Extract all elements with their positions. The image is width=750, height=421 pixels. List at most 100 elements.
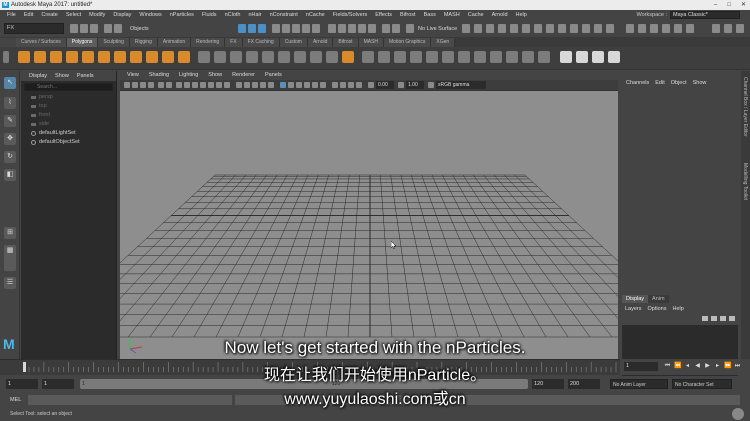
menu-bifrost[interactable]: Bifrost — [396, 10, 420, 20]
menu-ncache[interactable]: nCache — [302, 10, 329, 20]
shelf-tab-custom[interactable]: Custom — [279, 38, 308, 47]
ipr-render-icon[interactable] — [474, 24, 482, 33]
viewport-menu-panels[interactable]: Panels — [260, 71, 287, 80]
save-scene-icon[interactable] — [90, 24, 98, 33]
render-settings-icon[interactable] — [486, 24, 494, 33]
select-by-object-icon[interactable] — [248, 24, 256, 33]
shelf-tab-motion-graphics[interactable]: Motion Graphics — [384, 38, 432, 47]
camera-map-icon[interactable] — [560, 51, 572, 63]
light-editor-icon[interactable] — [534, 24, 542, 33]
menu-file[interactable]: File — [3, 10, 20, 20]
open-scene-icon[interactable] — [80, 24, 88, 33]
wireframe-icon[interactable] — [236, 82, 242, 88]
shelf-menu-icon[interactable] — [3, 51, 9, 63]
selection-mask-icon[interactable] — [292, 24, 300, 33]
toggle-panel-icon[interactable] — [594, 24, 602, 33]
quadrangulate-icon[interactable] — [506, 51, 518, 63]
textured-icon[interactable] — [268, 82, 274, 88]
2d-pan-zoom-icon[interactable] — [158, 82, 164, 88]
quick-layout-icon[interactable]: ▦ — [4, 245, 16, 271]
menu-arnold[interactable]: Arnold — [488, 10, 512, 20]
outliner-menu-show[interactable]: Show — [51, 71, 73, 81]
toggle-panel-icon[interactable] — [712, 24, 720, 33]
viewport-menu-renderer[interactable]: Renderer — [227, 71, 260, 80]
extrude-icon[interactable] — [278, 51, 290, 63]
shelf-tab-xgen[interactable]: XGen — [431, 38, 456, 47]
selection-mask-icon[interactable] — [282, 24, 290, 33]
quad-draw-icon[interactable] — [362, 51, 374, 63]
menu-help[interactable]: Help — [512, 10, 531, 20]
perspective-viewport[interactable] — [120, 91, 618, 359]
snap-to-curve-icon[interactable] — [338, 24, 346, 33]
new-layer-icon[interactable] — [720, 316, 726, 321]
menu-fluids[interactable]: Fluids — [198, 10, 221, 20]
snap-to-point-icon[interactable] — [348, 24, 356, 33]
menu-effects[interactable]: Effects — [371, 10, 396, 20]
smooth-icon[interactable] — [230, 51, 242, 63]
bevel-icon[interactable] — [310, 51, 322, 63]
color-management-icon[interactable] — [428, 82, 434, 88]
menu-nparticles[interactable]: nParticles — [166, 10, 198, 20]
superellipse-icon[interactable] — [146, 51, 158, 63]
poly-cone-icon[interactable] — [66, 51, 78, 63]
toggle-panel-icon[interactable] — [650, 24, 658, 33]
image-plane-icon[interactable] — [148, 82, 154, 88]
toggle-panel-icon[interactable] — [638, 24, 646, 33]
shelf-tab-arnold[interactable]: Arnold — [307, 38, 334, 47]
hypershade-icon[interactable] — [498, 24, 506, 33]
type-tool-icon[interactable] — [178, 51, 190, 63]
menu-fields-solvers[interactable]: Fields/Solvers — [329, 10, 372, 20]
motion-blur-icon[interactable] — [304, 82, 310, 88]
platonic-solid-icon[interactable] — [130, 51, 142, 63]
resolution-gate-icon[interactable] — [192, 82, 198, 88]
cylindrical-map-icon[interactable] — [592, 51, 604, 63]
view-transform-dropdown[interactable]: sRGB gamma — [436, 81, 486, 89]
viewport-menu-lighting[interactable]: Lighting — [174, 71, 203, 80]
shelf-tab-fx[interactable]: FX — [225, 38, 243, 47]
mirror-icon[interactable] — [262, 51, 274, 63]
shelf-tab-polygons[interactable]: Polygons — [66, 38, 99, 47]
merge-icon[interactable] — [442, 51, 454, 63]
toggle-panel-icon[interactable] — [626, 24, 634, 33]
use-all-lights-icon[interactable] — [280, 82, 286, 88]
film-gate-icon[interactable] — [184, 82, 190, 88]
shelf-tab-fx-caching[interactable]: FX Caching — [242, 38, 280, 47]
lasso-tool-icon[interactable]: ⌇ — [4, 97, 16, 109]
toggle-panel-icon[interactable] — [662, 24, 670, 33]
outliner-item[interactable]: persp — [21, 93, 116, 102]
layer-up-icon[interactable] — [702, 316, 708, 321]
toggle-panel-icon[interactable] — [686, 24, 694, 33]
isolate-select-icon[interactable] — [332, 82, 338, 88]
selection-mask-icon[interactable] — [312, 24, 320, 33]
toggle-panel-icon[interactable] — [736, 24, 744, 33]
uv-editor-icon[interactable] — [522, 51, 534, 63]
xray-joints-icon[interactable] — [348, 82, 354, 88]
multisample-aa-icon[interactable] — [312, 82, 318, 88]
offset-edge-loop-icon[interactable] — [394, 51, 406, 63]
automatic-map-icon[interactable] — [576, 51, 588, 63]
toggle-panel-icon[interactable] — [674, 24, 682, 33]
menu-display[interactable]: Display — [109, 10, 135, 20]
viewport-menu-view[interactable]: View — [122, 71, 144, 80]
menu-modify[interactable]: Modify — [85, 10, 109, 20]
gamma-field[interactable]: 1.00 — [406, 81, 424, 89]
make-live-icon[interactable] — [368, 24, 376, 33]
menu-nhair[interactable]: nHair — [244, 10, 265, 20]
shelf-tab-mash[interactable]: MASH — [358, 38, 385, 47]
toggle-panel-icon[interactable] — [570, 24, 578, 33]
outliner-menu-panels[interactable]: Panels — [73, 71, 98, 81]
select-tool-icon[interactable]: ↖ — [4, 77, 16, 89]
undo-icon[interactable] — [104, 24, 112, 33]
fill-hole-icon[interactable] — [410, 51, 422, 63]
spherical-map-icon[interactable] — [608, 51, 620, 63]
outliner-search-input[interactable]: Search... — [24, 83, 113, 91]
select-by-component-icon[interactable] — [258, 24, 266, 33]
side-tab-channel-box[interactable]: Channel Box / Layer Editor — [742, 77, 748, 137]
menu-nconstraint[interactable]: nConstraint — [266, 10, 302, 20]
menu-cache[interactable]: Cache — [464, 10, 488, 20]
shelf-tab-sculpting[interactable]: Sculpting — [98, 38, 130, 47]
move-tool-icon[interactable]: ✥ — [4, 133, 16, 145]
poly-cylinder-icon[interactable] — [50, 51, 62, 63]
poly-cube-icon[interactable] — [34, 51, 46, 63]
channel-menu-show[interactable]: Show — [690, 80, 710, 89]
